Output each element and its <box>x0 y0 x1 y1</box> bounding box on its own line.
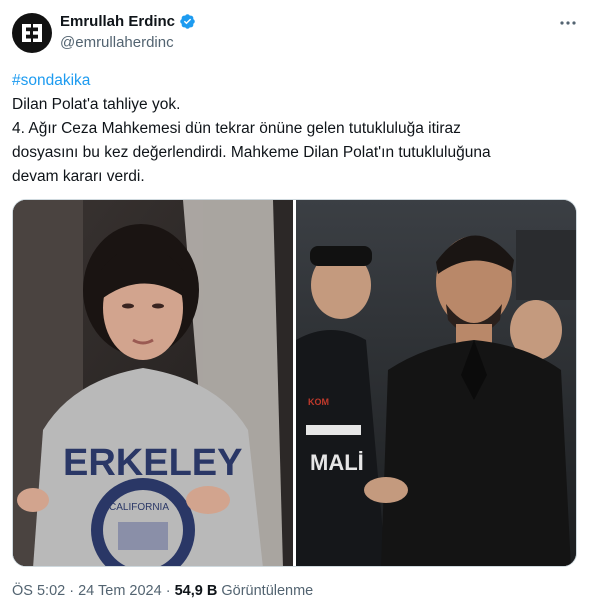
author-handle[interactable]: @emrullaherdinc <box>60 34 174 51</box>
author-name-row[interactable]: Emrullah Erdinc <box>60 13 196 30</box>
views-count: 54,9 B <box>174 583 218 599</box>
more-options-button[interactable] <box>557 12 579 34</box>
seal-text: CALIFORNIA <box>109 502 169 513</box>
avatar[interactable] <box>12 13 52 53</box>
tweet-date[interactable]: 24 Tem 2024 <box>78 583 162 599</box>
photo-woman-graphic: ERKELEY CALIFORNIA <box>13 200 293 566</box>
meta-separator-2: · <box>165 583 171 599</box>
vest-text-kom: KOM <box>308 397 329 407</box>
more-options-icon <box>560 21 576 25</box>
media-photo-right[interactable]: MALİ KOM <box>295 200 576 566</box>
tweet-meta: ÖS 5:02 · 24 Tem 2024 · 54,9 B Görüntüle… <box>12 583 313 599</box>
letter-e-logo-icon <box>22 24 42 42</box>
sweatshirt-text: ERKELEY <box>63 442 242 484</box>
tweet-text: #sondakika Dilan Polat'a tahliye yok. 4.… <box>12 69 572 189</box>
meta-separator: · <box>69 583 75 599</box>
tweet-line-3: dosyasını bu kez değerlendirdi. Mahkeme … <box>12 144 491 161</box>
photo-man-graphic: MALİ KOM <box>295 200 576 566</box>
tweet-media[interactable]: ERKELEY CALIFORNIA MALİ KOM <box>12 199 577 567</box>
verified-badge-icon <box>180 14 195 29</box>
tweet-line-2: 4. Ağır Ceza Mahkemesi dün tekrar önüne … <box>12 120 461 137</box>
media-photo-left[interactable]: ERKELEY CALIFORNIA <box>13 200 293 566</box>
vest-text-mali: MALİ <box>310 450 364 475</box>
views-label: Görüntülenme <box>221 583 314 599</box>
tweet-line-1: Dilan Polat'a tahliye yok. <box>12 96 181 113</box>
tweet-time[interactable]: ÖS 5:02 <box>12 583 65 599</box>
tweet-line-4: devam kararı verdi. <box>12 168 145 185</box>
hashtag-link[interactable]: #sondakika <box>12 69 572 93</box>
author-display-name[interactable]: Emrullah Erdinc <box>60 13 175 30</box>
